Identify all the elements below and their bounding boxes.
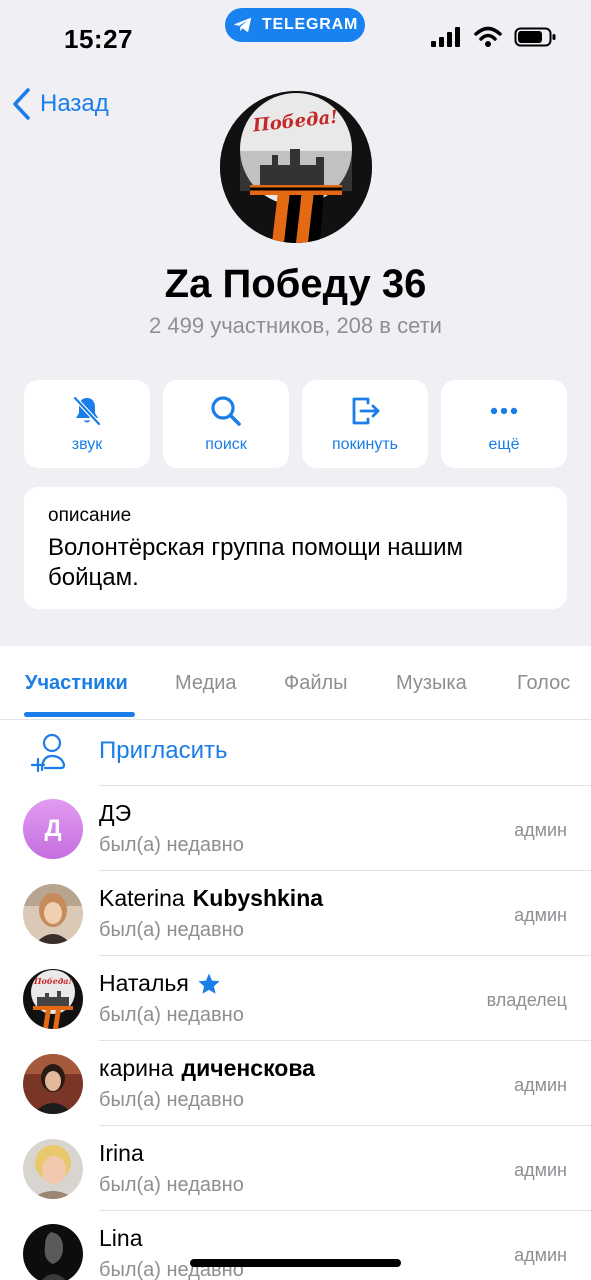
telegram-pill[interactable]: TELEGRAM xyxy=(225,8,365,42)
member-role: админ xyxy=(514,1160,567,1180)
member-role: админ xyxy=(514,820,567,840)
group-avatar[interactable]: Победа! xyxy=(220,91,372,243)
member-first-name: карина xyxy=(99,1055,174,1081)
description-label: описание xyxy=(48,505,132,526)
avatar-initial: Д xyxy=(44,815,62,842)
avatar: Д xyxy=(23,799,83,859)
member-last-name: Kubyshkina xyxy=(192,885,324,911)
member-last-name: диченскова xyxy=(181,1055,315,1081)
wifi-icon xyxy=(474,26,502,47)
search-icon xyxy=(211,396,241,426)
more-button[interactable]: ещё xyxy=(441,380,567,468)
cellular-signal-icon xyxy=(431,27,460,47)
leave-label: покинуть xyxy=(332,436,398,453)
more-icon xyxy=(490,407,518,415)
member-row[interactable]: Irina был(а) недавно админ xyxy=(0,1126,591,1211)
member-first-name: Наталья xyxy=(99,970,189,996)
member-first-name: ДЭ xyxy=(99,800,132,826)
tab-bar: Участники Медиа Файлы Музыка Голос xyxy=(0,646,591,720)
leave-button[interactable]: покинуть xyxy=(302,380,428,468)
member-name: Lina xyxy=(99,1225,142,1252)
member-row[interactable]: Katerina Kubyshkina был(а) недавно админ xyxy=(0,871,591,956)
group-subtitle: 2 499 участников, 208 в сети xyxy=(149,313,442,338)
member-name: Наталья xyxy=(99,970,221,997)
tab-music[interactable]: Музыка xyxy=(396,672,467,695)
paper-plane-icon xyxy=(233,17,252,33)
member-status: был(а) недавно xyxy=(99,834,244,856)
tab-media[interactable]: Медиа xyxy=(175,672,237,695)
member-role: владелец xyxy=(486,990,567,1010)
member-first-name: Katerina xyxy=(99,885,185,911)
bell-slash-icon xyxy=(73,396,101,426)
member-row[interactable]: карина диченскова был(а) недавно админ xyxy=(0,1041,591,1126)
telegram-pill-label: TELEGRAM xyxy=(261,16,359,33)
member-row[interactable]: Lina был(а) недавно админ xyxy=(0,1211,591,1280)
back-label: Назад xyxy=(40,90,109,117)
member-first-name: Lina xyxy=(99,1225,143,1251)
battery-icon xyxy=(514,27,556,47)
status-icons xyxy=(430,26,556,48)
description-text: Волонтёрская группа помощи нашим бойцам. xyxy=(48,534,464,591)
chevron-left-icon xyxy=(13,88,30,120)
member-role: админ xyxy=(514,905,567,925)
member-status: был(а) недавно xyxy=(99,1089,244,1111)
active-tab-indicator xyxy=(24,712,135,717)
member-row[interactable]: Д ДЭ был(а) недавно админ xyxy=(0,786,591,871)
status-time: 15:27 xyxy=(64,24,133,54)
avatar xyxy=(23,884,83,944)
victory-emblem-image: Победа! xyxy=(220,91,372,243)
leave-icon xyxy=(352,397,380,425)
description-card: описание Волонтёрская группа помощи наши… xyxy=(24,487,567,609)
member-row[interactable]: Победа! Наталья был(а) недавно владелец xyxy=(0,956,591,1041)
home-indicator xyxy=(190,1259,401,1267)
invite-row[interactable]: Пригласить xyxy=(0,720,591,786)
invite-label: Пригласить xyxy=(99,737,228,764)
avatar-text: Победа! xyxy=(33,976,73,986)
tab-voice[interactable]: Голос xyxy=(517,672,570,695)
avatar: Победа! xyxy=(23,969,83,1029)
member-role: админ xyxy=(514,1075,567,1095)
member-status: был(а) недавно xyxy=(99,919,244,941)
more-label: ещё xyxy=(488,436,520,453)
mute-label: звук xyxy=(71,436,103,453)
avatar xyxy=(23,1054,83,1114)
add-person-icon xyxy=(30,733,66,773)
member-name: карина диченскова xyxy=(99,1055,315,1082)
avatar xyxy=(23,1224,83,1280)
star-icon xyxy=(198,973,220,994)
search-label: поиск xyxy=(205,436,247,453)
back-button[interactable]: Назад xyxy=(10,86,109,122)
member-first-name: Irina xyxy=(99,1140,144,1166)
member-role: админ xyxy=(514,1245,567,1265)
search-button[interactable]: поиск xyxy=(163,380,289,468)
tab-members[interactable]: Участники xyxy=(25,672,128,695)
member-name: Irina xyxy=(99,1140,144,1167)
avatar xyxy=(23,1139,83,1199)
group-title: Za Победу 36 xyxy=(164,262,427,306)
member-status: был(а) недавно xyxy=(99,1004,244,1026)
member-name: Katerina Kubyshkina xyxy=(99,885,323,912)
mute-button[interactable]: звук xyxy=(24,380,150,468)
tab-files[interactable]: Файлы xyxy=(284,672,348,695)
member-status: был(а) недавно xyxy=(99,1174,244,1196)
member-name: ДЭ xyxy=(99,800,131,827)
